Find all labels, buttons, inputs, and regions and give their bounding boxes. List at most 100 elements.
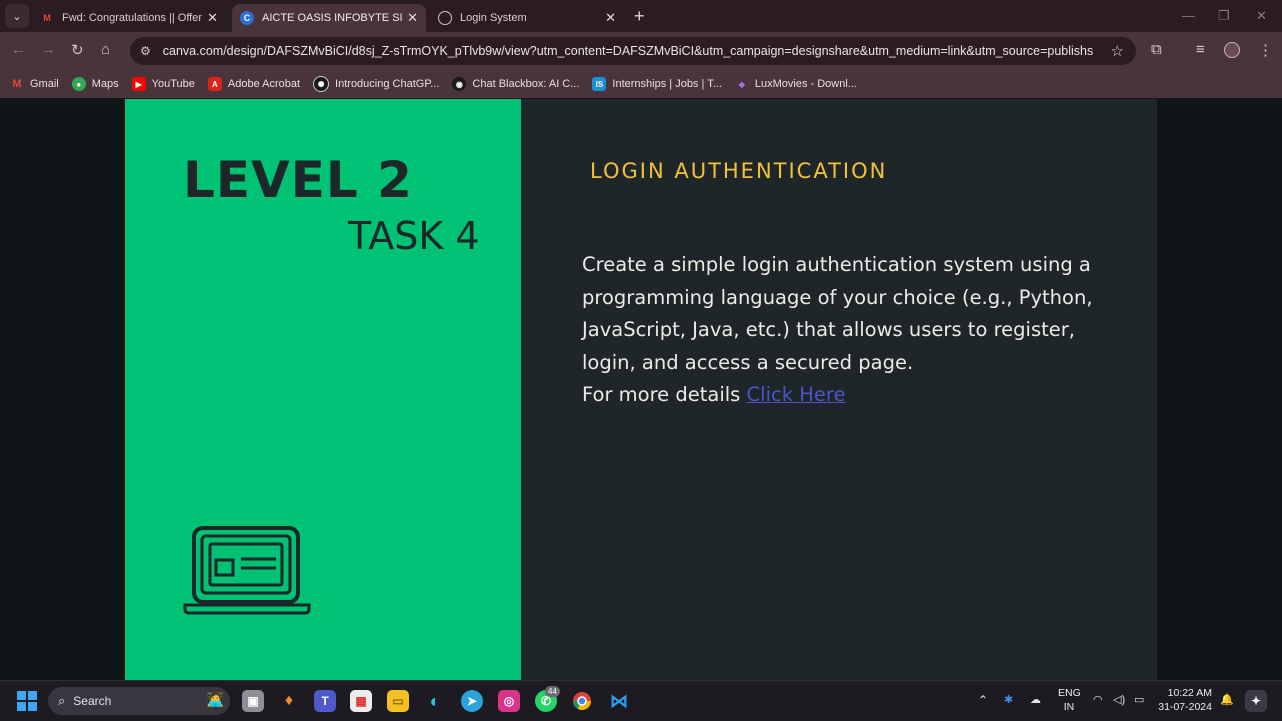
blackbox-icon: ◉ (452, 77, 467, 91)
avatar[interactable] (1224, 42, 1240, 58)
globe-icon (438, 11, 452, 25)
file-explorer-icon[interactable]: ▭ (387, 690, 409, 712)
task-description: Create a simple login authentication sys… (582, 249, 1122, 412)
level-title: LEVEL 2 (183, 151, 413, 209)
search-highlight-icon: 🧑‍💻 (206, 691, 224, 707)
taskbar-search[interactable]: ⌕ Search 🧑‍💻 (48, 687, 230, 715)
edge-icon[interactable]: ◐ (424, 690, 446, 712)
search-placeholder: Search (73, 694, 112, 708)
description-text: Create a simple login authentication sys… (582, 253, 1093, 374)
bookmark-luxmovies[interactable]: ◆ LuxMovies - Downl... (735, 77, 857, 91)
luxmovies-icon: ◆ (738, 79, 745, 89)
bookmark-gmail[interactable]: M Gmail (10, 77, 59, 91)
wifi-icon[interactable]: ◠ (1093, 693, 1103, 706)
site-info-icon[interactable]: ⚙ (140, 44, 151, 58)
bookmark-label: Chat Blackbox: AI C... (472, 78, 580, 90)
details-prefix: For more details (582, 383, 747, 406)
bookmark-adobe-acrobat[interactable]: A Adobe Acrobat (207, 77, 301, 91)
whatsapp-badge: 44 (545, 686, 560, 697)
gmail-icon: M (12, 78, 22, 90)
instagram-icon[interactable]: ◎ (498, 690, 520, 712)
language-indicator[interactable]: ENG IN (1058, 686, 1081, 714)
vscode-icon[interactable]: ⋈ (608, 690, 630, 712)
address-bar[interactable]: ⚙ canva.com/design/DAFSZMvBiCI/d8sj_Z-sT… (130, 37, 1136, 65)
slide-left-panel: LEVEL 2 TASK 4 (125, 99, 521, 680)
bookmark-label: Maps (91, 78, 119, 90)
bookmark-blackbox[interactable]: ◉ Chat Blackbox: AI C... (452, 77, 579, 91)
bookmark-label: YouTube (151, 78, 195, 90)
bookmark-youtube[interactable]: ▶ YouTube (131, 77, 195, 91)
maps-icon: ● (71, 77, 86, 91)
copilot-tray-icon[interactable]: ✦ (1245, 690, 1267, 712)
copilot-icon[interactable]: ♦ (278, 690, 300, 712)
menu-icon[interactable]: ⋮ (1258, 41, 1273, 59)
chevron-down-icon: ⌄ (12, 10, 22, 23)
cloud-icon[interactable]: ☁ (1030, 693, 1041, 706)
forward-icon[interactable]: → (41, 41, 56, 58)
minimize-icon[interactable]: — (1182, 8, 1195, 23)
bookmark-label: LuxMovies - Downl... (754, 78, 857, 90)
bookmark-label: Adobe Acrobat (227, 78, 301, 90)
windows-start-icon[interactable] (16, 690, 38, 712)
youtube-icon: ▶ (131, 77, 146, 91)
openai-icon: ✺ (313, 76, 330, 92)
window-close-icon[interactable]: ✕ (1256, 8, 1267, 24)
bookmark-maps[interactable]: ● Maps (71, 77, 119, 91)
restore-icon[interactable]: ❐ (1218, 8, 1230, 24)
tab-canva[interactable]: C AICTE OASIS INFOBYTE SIP TAS ✕ (232, 4, 426, 32)
page-viewport: LEVEL 2 TASK 4 LOGIN AUTHENTICATION Crea… (0, 98, 1282, 680)
close-icon[interactable]: ✕ (407, 10, 418, 26)
tab-title: Login System (460, 12, 527, 24)
clock[interactable]: 10:22 AM 31-07-2024 (1158, 686, 1212, 714)
gmail-icon: M (43, 13, 51, 23)
bookmark-internships[interactable]: IS Internships | Jobs | T... (592, 77, 722, 91)
laptop-icon (183, 526, 311, 615)
date-text: 31-07-2024 (1158, 701, 1212, 713)
click-here-link[interactable]: Click Here (747, 383, 846, 406)
task-title: TASK 4 (348, 214, 480, 258)
chevron-up-icon[interactable]: ⌃ (978, 693, 988, 707)
back-icon[interactable]: ← (11, 41, 26, 58)
tab-strip: ⌄ M Fwd: Congratulations || Offer Le ✕ C… (0, 0, 1282, 32)
section-heading: LOGIN AUTHENTICATION (590, 159, 888, 183)
slide-right-panel: LOGIN AUTHENTICATION Create a simple log… (521, 99, 1157, 680)
search-icon: ⌕ (58, 693, 66, 708)
telegram-icon[interactable]: ➤ (461, 690, 483, 712)
home-icon[interactable]: ⌂ (101, 41, 110, 58)
volume-icon[interactable]: ◁) (1113, 693, 1125, 706)
tab-gmail[interactable]: M Fwd: Congratulations || Offer Le ✕ (32, 4, 226, 32)
bookmarks-bar: M Gmail ● Maps ▶ YouTube A Adobe Acrobat… (0, 70, 1282, 98)
close-icon[interactable]: ✕ (207, 10, 218, 26)
url-text[interactable]: canva.com/design/DAFSZMvBiCI/d8sj_Z-sTrm… (163, 44, 1093, 58)
bookmark-label: Internships | Jobs | T... (612, 78, 722, 90)
media-controls-icon[interactable]: ≡ (1196, 41, 1205, 58)
bookmark-label: Gmail (30, 78, 59, 90)
battery-icon[interactable]: ▭ (1134, 693, 1144, 706)
region-text: IN (1063, 701, 1075, 713)
task-view-icon[interactable]: ▣ (242, 690, 264, 712)
reload-icon[interactable]: ↻ (71, 41, 84, 59)
tab-login-system[interactable]: Login System ✕ (430, 4, 624, 32)
internshala-icon: IS (592, 77, 607, 91)
chrome-icon[interactable] (571, 690, 593, 712)
acrobat-icon: A (207, 77, 222, 91)
language-text: ENG (1058, 687, 1081, 699)
tab-title: AICTE OASIS INFOBYTE SIP TAS (262, 12, 402, 24)
tab-search-button[interactable]: ⌄ (5, 4, 29, 28)
presentation-slide: LEVEL 2 TASK 4 LOGIN AUTHENTICATION Crea… (125, 99, 1157, 680)
notification-bell-icon[interactable]: 🔔 (1220, 693, 1234, 706)
browser-toolbar: ← → ↻ ⌂ ⚙ canva.com/design/DAFSZMvBiCI/d… (0, 32, 1282, 70)
time-text: 10:22 AM (1167, 687, 1212, 699)
windows-taskbar: ⌕ Search 🧑‍💻 ▣ ♦ T ▦ ▭ ◐ ➤ ◎ ✆ 44 ⋈ ⌃ ✱ … (0, 680, 1282, 721)
bookmark-star-icon[interactable]: ☆ (1111, 42, 1124, 60)
extensions-icon[interactable]: ⧉ (1151, 41, 1162, 58)
canva-icon: C (240, 11, 254, 25)
bookmark-chatgpt[interactable]: ✺ Introducing ChatGP... (313, 76, 439, 92)
teams-icon[interactable]: T (314, 690, 336, 712)
close-icon[interactable]: ✕ (605, 10, 616, 26)
new-tab-button[interactable]: + (634, 6, 645, 27)
tab-title: Fwd: Congratulations || Offer Le (62, 12, 202, 24)
bookmark-label: Introducing ChatGP... (335, 78, 440, 90)
store-icon[interactable]: ▦ (350, 690, 372, 712)
bluetooth-icon[interactable]: ✱ (1004, 693, 1013, 706)
